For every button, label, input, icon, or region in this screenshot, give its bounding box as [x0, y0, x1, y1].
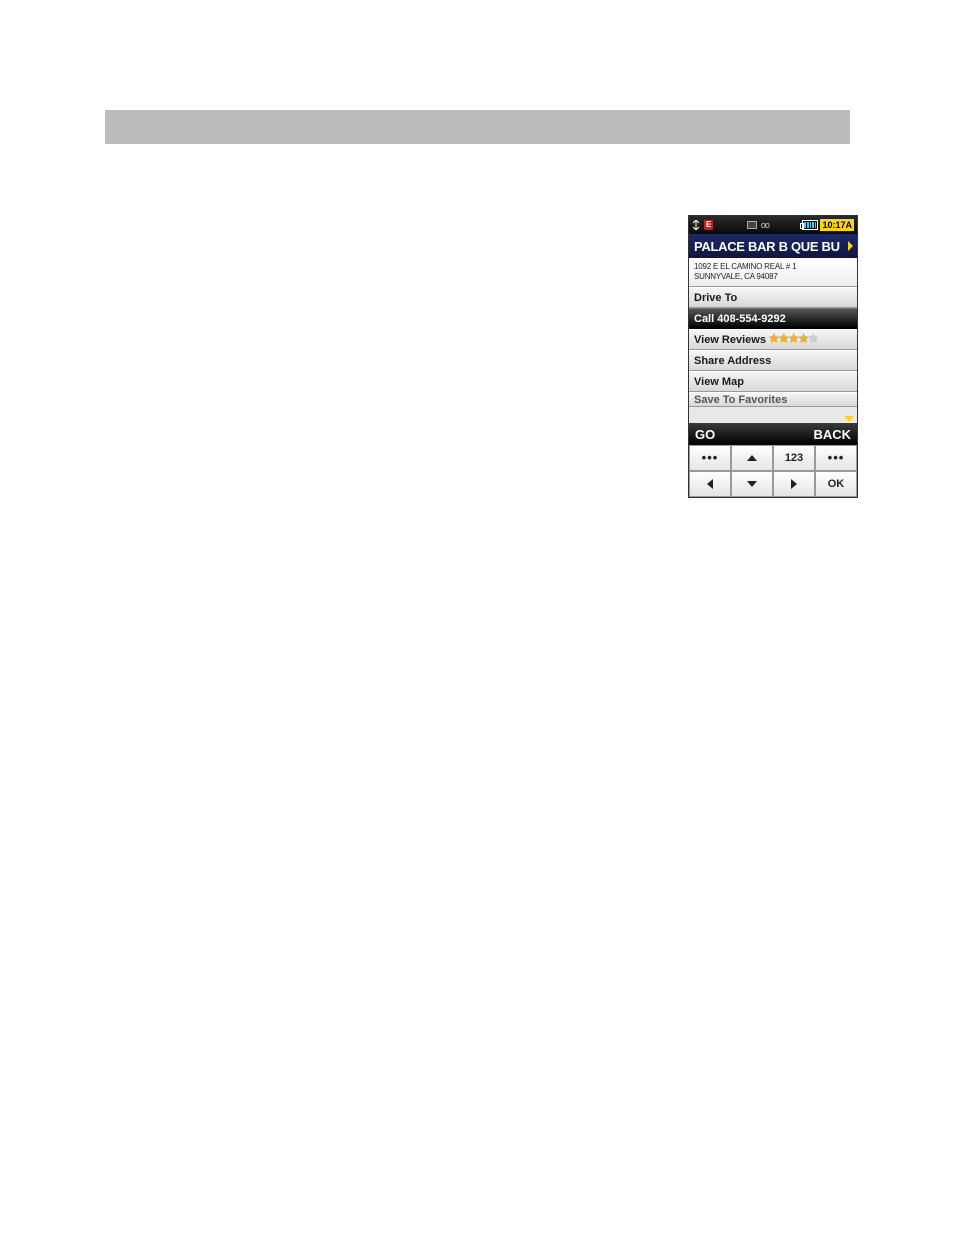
- menu-call[interactable]: Call 408-554-9292: [689, 308, 857, 329]
- star-icon: ★: [799, 334, 809, 345]
- menu-map[interactable]: View Map: [689, 371, 857, 392]
- status-right: 10:17A: [802, 219, 854, 231]
- dots-icon: •••: [702, 456, 719, 460]
- up-arrow-icon: [747, 455, 757, 461]
- content-area: 1092 E EL CAMINO REAL # 1 SUNNYVALE, CA …: [689, 258, 857, 423]
- softkey-back[interactable]: BACK: [813, 427, 851, 442]
- star-icon: ★: [789, 334, 799, 345]
- address-line2: SUNNYVALE, CA 94087: [694, 272, 852, 282]
- keypad: ••• 123 ••• OK: [689, 445, 857, 497]
- signal-icon: [692, 220, 700, 230]
- menu-save-label: Save To Favorites: [694, 394, 787, 406]
- address-line1: 1092 E EL CAMINO REAL # 1: [694, 262, 852, 272]
- star-empty-icon: ☆: [808, 334, 818, 345]
- status-left: E: [692, 220, 713, 230]
- right-arrow-icon: [791, 479, 797, 489]
- menu-drive-to[interactable]: Drive To: [689, 287, 857, 308]
- menu-share-label: Share Address: [694, 355, 771, 367]
- status-bar: E oo 10:17A: [689, 216, 857, 234]
- key-up[interactable]: [731, 445, 773, 471]
- menu-call-label: Call 408-554-9292: [694, 313, 786, 325]
- phone-screen: E oo 10:17A PALACE BAR B QUE BU 1092 E E…: [688, 215, 858, 498]
- key-123[interactable]: 123: [773, 445, 815, 471]
- key-123-label: 123: [785, 452, 803, 464]
- scroll-down-icon: [844, 416, 854, 422]
- loop-icon: oo: [761, 220, 769, 230]
- card-icon: [747, 221, 757, 229]
- menu-reviews-label: View Reviews: [694, 334, 766, 346]
- key-more-right[interactable]: •••: [815, 445, 857, 471]
- menu-save[interactable]: Save To Favorites: [689, 392, 857, 407]
- key-left[interactable]: [689, 471, 731, 497]
- key-ok-label: OK: [828, 478, 845, 490]
- key-right[interactable]: [773, 471, 815, 497]
- star-icon: ★: [769, 334, 779, 345]
- gray-banner: [105, 110, 850, 144]
- clock: 10:17A: [820, 219, 854, 231]
- menu-map-label: View Map: [694, 376, 744, 388]
- address-block: 1092 E EL CAMINO REAL # 1 SUNNYVALE, CA …: [689, 258, 857, 287]
- menu-drive-to-label: Drive To: [694, 292, 737, 304]
- menu-share[interactable]: Share Address: [689, 350, 857, 371]
- status-center: oo: [747, 220, 769, 230]
- e-badge-icon: E: [704, 220, 713, 230]
- title-text: PALACE BAR B QUE BU: [694, 239, 840, 254]
- softkey-go[interactable]: GO: [695, 427, 715, 442]
- left-arrow-icon: [707, 479, 713, 489]
- key-down[interactable]: [731, 471, 773, 497]
- star-icon: ★: [779, 334, 789, 345]
- star-rating: ★ ★ ★ ★ ☆: [769, 334, 818, 345]
- key-ok[interactable]: OK: [815, 471, 857, 497]
- dots-icon: •••: [828, 456, 845, 460]
- softkey-bar: GO BACK: [689, 423, 857, 445]
- menu-reviews[interactable]: View Reviews ★ ★ ★ ★ ☆: [689, 329, 857, 350]
- key-more-left[interactable]: •••: [689, 445, 731, 471]
- scroll-right-icon: [848, 241, 853, 251]
- battery-icon: [802, 220, 818, 230]
- down-arrow-icon: [747, 481, 757, 487]
- title-bar: PALACE BAR B QUE BU: [689, 234, 857, 258]
